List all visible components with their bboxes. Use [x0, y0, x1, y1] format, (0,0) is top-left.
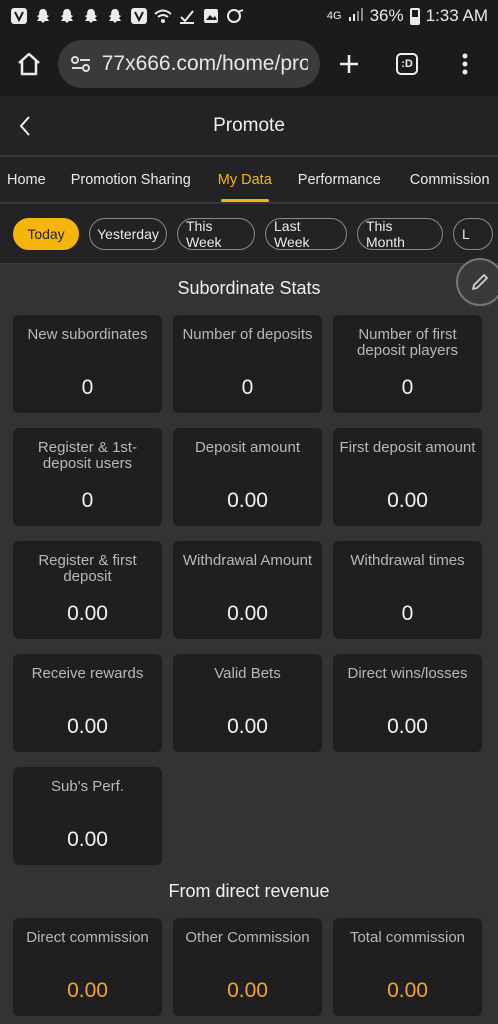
battery-percent: 36% [369, 6, 404, 25]
stat-label: Direct wins/losses [347, 665, 468, 682]
revenue-label: Direct commission [26, 929, 149, 946]
stat-card-valid-bets: Valid Bets 0.00 [173, 654, 322, 752]
kebab-menu-icon [462, 53, 468, 75]
plus-icon [340, 55, 358, 73]
revenue-card-total-commission: Total commission 0.00 [333, 918, 482, 1016]
back-button[interactable] [10, 111, 40, 141]
stat-value: 0 [81, 376, 94, 399]
stat-value: 0 [401, 602, 414, 625]
snapchat-icon [58, 7, 76, 25]
home-button[interactable] [0, 32, 58, 96]
stat-value: 0 [241, 376, 254, 399]
revenue-card-direct-commission: Direct commission 0.00 [13, 918, 162, 1016]
network-type: 4G [326, 10, 342, 22]
stat-label: Register & 1st-deposit users [37, 439, 138, 472]
stat-card-deposit-amount: Deposit amount 0.00 [173, 428, 322, 526]
stat-label: Receive rewards [31, 665, 144, 682]
new-tab-button[interactable] [320, 32, 378, 96]
filter-this-week[interactable]: This Week [177, 217, 255, 250]
stat-value: 0.00 [387, 715, 428, 738]
stat-label: First deposit amount [339, 439, 476, 456]
tab-commission[interactable]: Commission [403, 157, 497, 202]
subordinate-stats-grid: New subordinates 0 Number of deposits 0 … [13, 315, 483, 865]
stat-card-first-deposit-amount: First deposit amount 0.00 [333, 428, 482, 526]
browser-toolbar: 77x666.com/home/pro :D [0, 32, 498, 96]
tab-count: :D [396, 53, 418, 75]
revenue-label: Total commission [349, 929, 466, 946]
page-title: Promote [213, 114, 285, 136]
revenue-value: 0.00 [227, 979, 268, 1002]
app-header: Promote [0, 96, 498, 156]
stat-card-direct-wins-losses: Direct wins/losses 0.00 [333, 654, 482, 752]
revenue-value: 0.00 [387, 979, 428, 1002]
stat-label: Withdrawal times [350, 552, 465, 569]
stat-label: Register & first deposit [38, 552, 137, 585]
date-filter-bar: Today Yesterday This Week Last Week This… [0, 204, 498, 264]
stat-label: New subordinates [27, 326, 148, 343]
v-app-icon [10, 7, 28, 25]
address-bar[interactable]: 77x666.com/home/pro [58, 40, 320, 88]
stat-value: 0.00 [67, 715, 108, 738]
stat-card-new-subordinates: New subordinates 0 [13, 315, 162, 413]
stat-value: 0 [81, 489, 94, 512]
stat-card-register-first-deposit: Register & first deposit 0.00 [13, 541, 162, 639]
filter-this-month[interactable]: This Month [357, 217, 443, 250]
tab-home[interactable]: Home [0, 157, 53, 202]
signal-icon [348, 6, 364, 27]
filter-today[interactable]: Today [13, 217, 79, 250]
revenue-card-other-commission: Other Commission 0.00 [173, 918, 322, 1016]
stat-card-register-1st-deposit-users: Register & 1st-deposit users 0 [13, 428, 162, 526]
stat-value: 0 [401, 376, 414, 399]
stat-label: Deposit amount [194, 439, 301, 456]
snapchat-icon [82, 7, 100, 25]
stat-value: 0.00 [227, 715, 268, 738]
filter-last-month[interactable]: L [453, 217, 493, 250]
revenue-value: 0.00 [67, 979, 108, 1002]
stat-value: 0.00 [67, 828, 108, 851]
stat-value: 0.00 [227, 602, 268, 625]
browser-menu-button[interactable] [436, 32, 494, 96]
app-icon [226, 7, 244, 25]
nav-tabs: Home Promotion Sharing My Data Performan… [0, 157, 498, 203]
stat-label: Number of deposits [182, 326, 313, 343]
stat-value: 0.00 [387, 489, 428, 512]
filter-last-week[interactable]: Last Week [265, 217, 347, 250]
stat-value: 0.00 [67, 602, 108, 625]
wifi-icon [154, 7, 172, 25]
stat-card-withdrawal-times: Withdrawal times 0 [333, 541, 482, 639]
stat-card-number-of-deposits: Number of deposits 0 [173, 315, 322, 413]
tab-my-data[interactable]: My Data [211, 157, 279, 202]
tab-switcher-button[interactable]: :D [378, 32, 436, 96]
stat-card-subs-perf: Sub's Perf. 0.00 [13, 767, 162, 865]
stat-label: Sub's Perf. [51, 778, 124, 795]
v-app-icon [130, 7, 148, 25]
checkmark-icon [178, 7, 196, 25]
snapchat-icon [34, 7, 52, 25]
snapchat-icon [106, 7, 124, 25]
status-bar: 4G 36% 1:33 AM [0, 0, 498, 32]
tab-performance[interactable]: Performance [291, 157, 388, 202]
section-title-subordinate-stats: Subordinate Stats [177, 278, 321, 298]
section-title-direct-revenue: From direct revenue [168, 881, 330, 901]
stat-card-first-deposit-players: Number of first deposit players 0 [333, 315, 482, 413]
revenue-label: Other Commission [185, 929, 310, 946]
clock: 1:33 AM [425, 6, 488, 25]
stat-label: Number of first deposit players [357, 326, 458, 359]
direct-revenue-grid: Direct commission 0.00 Other Commission … [13, 918, 483, 1016]
stat-card-withdrawal-amount: Withdrawal Amount 0.00 [173, 541, 322, 639]
site-settings-icon[interactable] [70, 54, 92, 74]
stat-card-receive-rewards: Receive rewards 0.00 [13, 654, 162, 752]
home-icon [18, 52, 40, 76]
tab-promotion-sharing[interactable]: Promotion Sharing [64, 157, 198, 202]
url-text: 77x666.com/home/pro [101, 52, 308, 75]
stat-label: Withdrawal Amount [182, 552, 313, 569]
stat-value: 0.00 [227, 489, 268, 512]
battery-icon [409, 7, 420, 25]
chevron-left-icon [19, 116, 30, 136]
image-icon [202, 7, 220, 25]
filter-yesterday[interactable]: Yesterday [89, 217, 167, 250]
stat-label: Valid Bets [214, 665, 281, 682]
